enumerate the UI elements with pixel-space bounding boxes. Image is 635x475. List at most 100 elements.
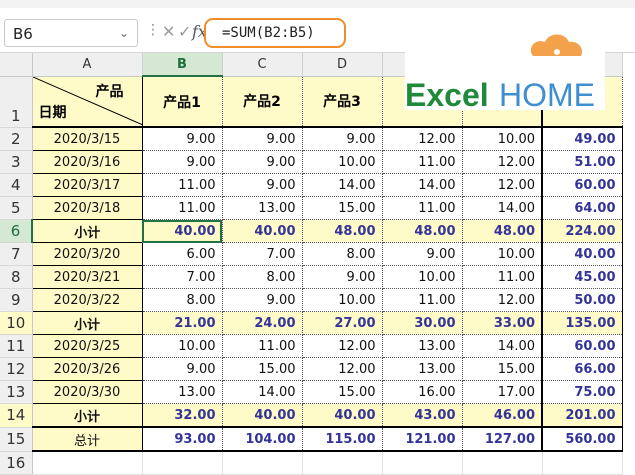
cancel-icon[interactable]: ✕: [162, 22, 175, 41]
value-cell[interactable]: [222, 451, 303, 475]
row-total-cell[interactable]: 60.00: [541, 334, 623, 358]
row-total-cell[interactable]: 66.00: [541, 357, 623, 381]
value-cell[interactable]: 115.00: [301, 426, 383, 452]
value-cell[interactable]: 93.00: [141, 426, 223, 452]
value-cell[interactable]: 13.00: [381, 357, 463, 381]
row-total-cell[interactable]: 75.00: [541, 380, 623, 404]
row-header[interactable]: 16: [0, 451, 33, 475]
value-cell[interactable]: 9.00: [221, 173, 303, 197]
formula-input[interactable]: =SUM(B2:B5): [204, 18, 346, 48]
row-header[interactable]: 10: [0, 311, 33, 335]
row-total-cell[interactable]: 560.00: [541, 426, 623, 452]
grand-total-label-cell[interactable]: 总计: [31, 426, 143, 452]
column-header-a[interactable]: A: [32, 53, 143, 77]
chevron-down-icon[interactable]: ⌄: [119, 26, 129, 40]
value-cell[interactable]: 6.00: [141, 242, 223, 266]
value-cell[interactable]: 11.00: [221, 334, 303, 358]
value-cell[interactable]: 10.00: [461, 127, 543, 151]
row-header[interactable]: 14: [0, 403, 33, 428]
value-cell[interactable]: 48.00: [461, 219, 543, 243]
value-cell[interactable]: 10.00: [141, 334, 223, 358]
value-cell[interactable]: 10.00: [461, 242, 543, 266]
date-cell[interactable]: 2020/3/30: [31, 380, 143, 404]
column-header-c[interactable]: C: [222, 53, 303, 77]
row-header[interactable]: 11: [0, 334, 33, 358]
value-cell[interactable]: 11.00: [141, 173, 223, 197]
product-header-cell[interactable]: 产品3: [301, 75, 383, 128]
column-header-b[interactable]: B: [142, 53, 223, 77]
value-cell[interactable]: 104.00: [221, 426, 303, 452]
value-cell[interactable]: [142, 451, 223, 475]
subtotal-label-cell[interactable]: 小计: [31, 403, 143, 428]
value-cell[interactable]: 9.00: [141, 150, 223, 174]
value-cell[interactable]: 12.00: [461, 288, 543, 312]
row-header[interactable]: 4: [0, 173, 33, 197]
subtotal-label-cell[interactable]: 小计: [31, 219, 143, 243]
row-total-cell[interactable]: 201.00: [541, 403, 623, 428]
value-cell[interactable]: 14.00: [301, 173, 383, 197]
row-total-cell[interactable]: 40.00: [541, 242, 623, 266]
value-cell[interactable]: 32.00: [141, 403, 223, 428]
value-cell[interactable]: 48.00: [381, 219, 463, 243]
value-cell[interactable]: 40.00: [221, 219, 303, 243]
value-cell[interactable]: 14.00: [461, 196, 543, 220]
row-header[interactable]: 9: [0, 288, 33, 312]
value-cell[interactable]: 7.00: [221, 242, 303, 266]
date-cell[interactable]: 2020/3/18: [31, 196, 143, 220]
select-all-corner[interactable]: [0, 53, 33, 77]
value-cell[interactable]: 12.00: [381, 127, 463, 151]
date-cell[interactable]: [32, 451, 143, 475]
row-total-cell[interactable]: 50.00: [541, 288, 623, 312]
value-cell[interactable]: 48.00: [301, 219, 383, 243]
value-cell[interactable]: 15.00: [301, 380, 383, 404]
value-cell[interactable]: 11.00: [141, 196, 223, 220]
date-cell[interactable]: 2020/3/20: [31, 242, 143, 266]
value-cell[interactable]: 40.00: [221, 403, 303, 428]
row-total-cell[interactable]: 64.00: [541, 196, 623, 220]
value-cell[interactable]: 10.00: [381, 265, 463, 289]
row-header[interactable]: 2: [0, 127, 33, 151]
value-cell[interactable]: [382, 451, 463, 475]
value-cell[interactable]: 8.00: [141, 288, 223, 312]
row-total-cell[interactable]: 60.00: [541, 173, 623, 197]
value-cell[interactable]: 127.00: [461, 426, 543, 452]
value-cell[interactable]: 43.00: [381, 403, 463, 428]
value-cell[interactable]: 40.00: [301, 403, 383, 428]
row-total-cell[interactable]: 224.00: [541, 219, 623, 243]
enter-icon[interactable]: ✓: [178, 22, 191, 41]
value-cell[interactable]: 121.00: [381, 426, 463, 452]
date-cell[interactable]: 2020/3/21: [31, 265, 143, 289]
column-header-d[interactable]: D: [302, 53, 383, 77]
row-header[interactable]: 7: [0, 242, 33, 266]
value-cell[interactable]: 13.00: [381, 334, 463, 358]
row-total-cell[interactable]: 51.00: [541, 150, 623, 174]
value-cell[interactable]: 7.00: [141, 265, 223, 289]
row-total-cell[interactable]: 45.00: [541, 265, 623, 289]
value-cell[interactable]: 9.00: [221, 127, 303, 151]
row-header[interactable]: 6: [0, 219, 33, 243]
value-cell[interactable]: 11.00: [381, 150, 463, 174]
value-cell[interactable]: 9.00: [221, 288, 303, 312]
value-cell[interactable]: 10.00: [301, 150, 383, 174]
diagonal-header-cell[interactable]: 产品 日期: [31, 75, 143, 128]
subtotal-label-cell[interactable]: 小计: [31, 311, 143, 335]
value-cell[interactable]: 13.00: [221, 196, 303, 220]
value-cell[interactable]: 24.00: [221, 311, 303, 335]
value-cell[interactable]: 9.00: [301, 265, 383, 289]
value-cell[interactable]: 9.00: [381, 242, 463, 266]
value-cell[interactable]: 9.00: [221, 150, 303, 174]
value-cell[interactable]: 15.00: [301, 196, 383, 220]
value-cell[interactable]: 12.00: [461, 150, 543, 174]
value-cell[interactable]: 9.00: [141, 357, 223, 381]
value-cell[interactable]: 14.00: [221, 380, 303, 404]
value-cell[interactable]: 11.00: [461, 265, 543, 289]
value-cell[interactable]: 9.00: [301, 127, 383, 151]
date-cell[interactable]: 2020/3/15: [31, 126, 143, 151]
value-cell[interactable]: [302, 451, 383, 475]
row-header[interactable]: 3: [0, 150, 33, 174]
value-cell[interactable]: 15.00: [461, 357, 543, 381]
value-cell[interactable]: 9.00: [141, 127, 223, 151]
row-header[interactable]: 13: [0, 380, 33, 404]
row-total-cell[interactable]: [542, 451, 623, 475]
value-cell[interactable]: [462, 451, 543, 475]
